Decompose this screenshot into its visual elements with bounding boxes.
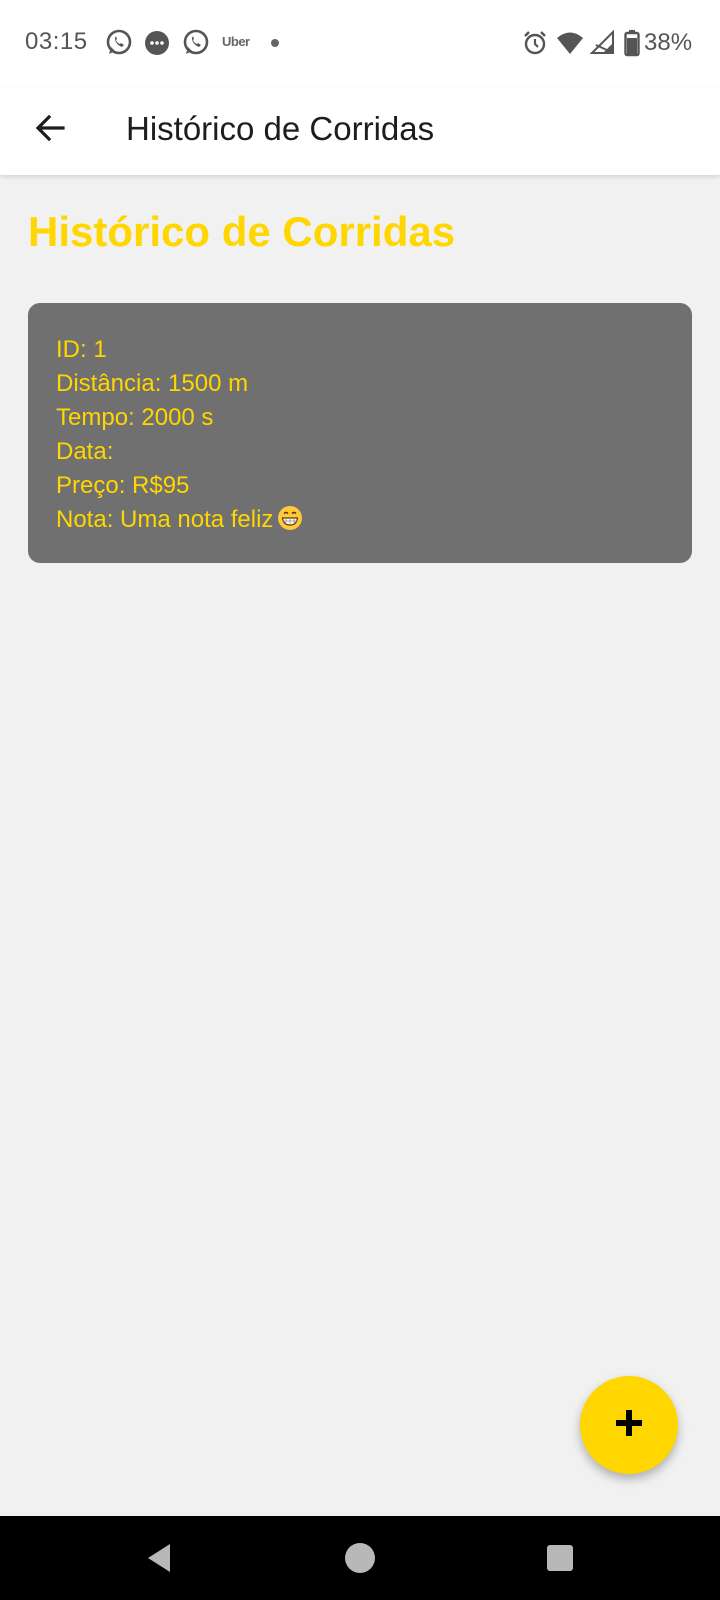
back-button[interactable]: [26, 106, 74, 154]
whatsapp-icon: [182, 29, 210, 57]
app-bar-title: Histórico de Corridas: [126, 110, 435, 147]
cell-signal-icon: [589, 29, 617, 57]
page-heading: Histórico de Corridas: [28, 208, 456, 255]
ride-note-row: Nota: Uma nota feliz: [56, 503, 664, 537]
app-bar: Histórico de Corridas: [0, 88, 720, 175]
arrow-left-icon: [34, 112, 66, 149]
ride-time: Tempo: 2000 s: [56, 404, 214, 431]
nav-recents-icon[interactable]: [540, 1538, 580, 1578]
more-notifications-dot: [271, 39, 279, 47]
wifi-icon: [556, 29, 584, 57]
alarm-icon: [521, 29, 549, 57]
ride-note: Nota: Uma nota feliz: [56, 506, 274, 533]
battery-level: 38%: [644, 29, 693, 56]
ride-distance: Distância: 1500 m: [56, 370, 249, 397]
ride-price: Preço: R$95: [56, 472, 190, 499]
nav-back-icon[interactable]: [140, 1538, 180, 1578]
ride-id: ID: 1: [56, 336, 107, 363]
status-bar: 03:15 Uber 38%: [0, 0, 720, 88]
add-ride-button[interactable]: [580, 1376, 678, 1474]
plus-icon: [613, 1407, 645, 1444]
status-time: 03:15: [25, 28, 88, 55]
ride-date: Data:: [56, 438, 114, 465]
battery-icon: [624, 29, 640, 57]
grinning-face-icon: [277, 505, 303, 531]
uber-icon: Uber: [222, 34, 250, 49]
whatsapp-icon: [105, 29, 133, 57]
system-nav-bar: [0, 1516, 720, 1600]
ride-card[interactable]: ID: 1 Distância: 1500 m Tempo: 2000 s Da…: [28, 303, 692, 563]
messages-icon: [143, 29, 171, 57]
nav-home-icon[interactable]: [340, 1538, 380, 1578]
